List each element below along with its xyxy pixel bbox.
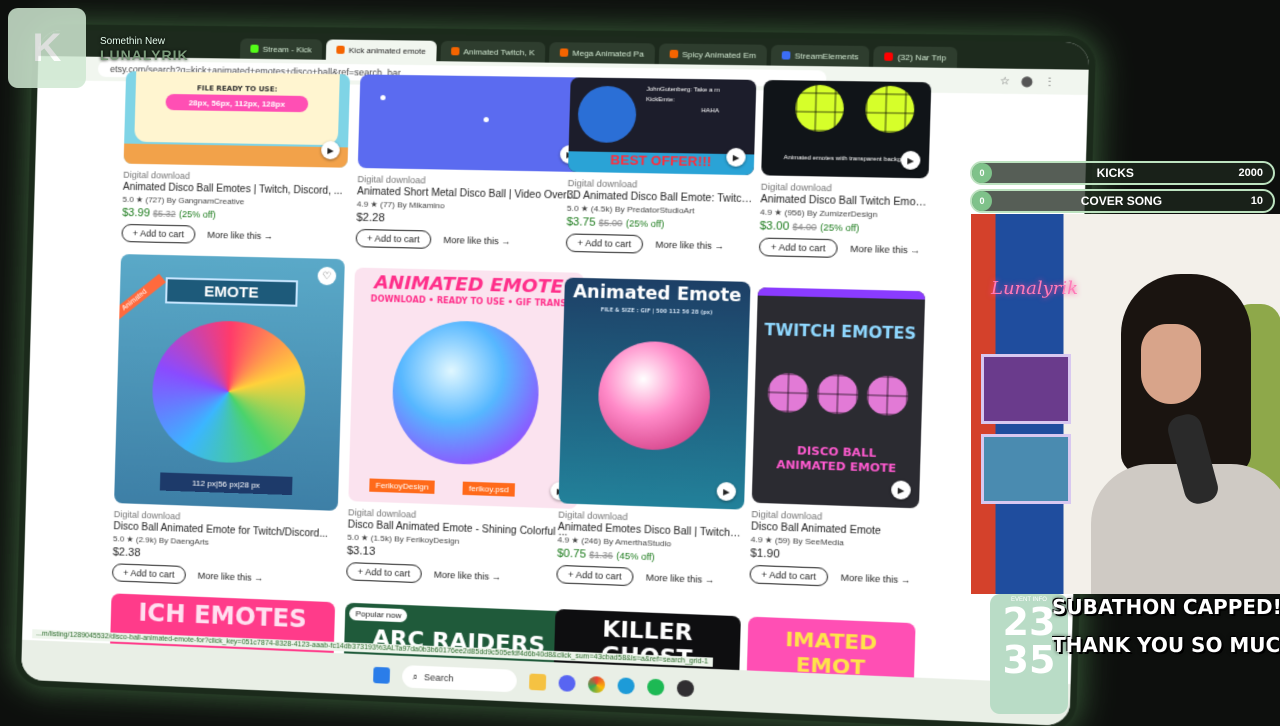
etsy-favicon-icon: [669, 49, 678, 59]
tab-etsy-search[interactable]: Kick animated emote: [325, 39, 437, 62]
discord-icon[interactable]: [558, 674, 576, 692]
add-to-cart-button[interactable]: + Add to cart: [111, 563, 186, 585]
listing-card[interactable]: JohnGutenberg: Take a m KickEmte: HAHA B…: [565, 77, 757, 256]
listing-price: $3.00 $4.00 (25% off): [759, 219, 860, 234]
goal-label: COVER SONG: [1080, 194, 1163, 208]
edge-icon[interactable]: [617, 677, 635, 695]
more-like-this-link[interactable]: More like this →: [434, 569, 501, 582]
goal-target: 10: [1250, 195, 1263, 207]
now-playing-song: Somethin New: [100, 36, 166, 47]
browser-window: Stream - Kick Kick animated emote Animat…: [20, 29, 1090, 726]
neon-sign: Lunalyrik: [991, 278, 1079, 299]
goal-bar-cover-song: 0 COVER SONG 10: [970, 189, 1275, 213]
more-like-this-link[interactable]: More like this →: [207, 230, 273, 242]
listing-title[interactable]: Animated Disco Ball Twitch Emote, Glowin…: [760, 194, 928, 209]
more-like-this-link[interactable]: More like this →: [841, 572, 911, 585]
etsy-favicon-icon: [450, 47, 460, 56]
listing-price: $2.28: [356, 211, 385, 225]
more-like-this-link[interactable]: More like this →: [198, 571, 264, 584]
more-like-this-link[interactable]: More like this →: [443, 235, 511, 247]
listing-thumbnail[interactable]: TWITCH EMOTES DISCO BALL ANIMATED EMOTE …: [751, 287, 926, 509]
listing-title[interactable]: 3D Animated Disco Ball Emote: Twitch/Kic…: [567, 190, 753, 205]
more-like-this-link[interactable]: More like this →: [850, 244, 920, 256]
add-to-cart-button[interactable]: + Add to cart: [758, 237, 838, 258]
taskbar-search[interactable]: ⌕ Search: [401, 665, 518, 693]
goal-label: KICKS: [1096, 166, 1134, 180]
more-like-this-link[interactable]: More like this →: [646, 572, 715, 585]
file-explorer-icon[interactable]: [529, 673, 547, 691]
etsy-favicon-icon: [559, 48, 569, 57]
spotify-icon[interactable]: [647, 678, 665, 696]
listing-card[interactable]: Animated EMOTE 112 px|56 px|28 px ♡ Digi…: [111, 254, 345, 590]
goal-current: 0: [972, 191, 992, 211]
add-to-cart-button[interactable]: + Add to cart: [749, 564, 829, 587]
listing-thumbnail[interactable]: Animated EMOTE 112 px|56 px|28 px ♡: [114, 254, 345, 511]
add-to-cart-button[interactable]: + Add to cart: [346, 562, 422, 584]
listing-card[interactable]: TWITCH EMOTES DISCO BALL ANIMATED EMOTE …: [749, 287, 926, 590]
listing-thumbnail[interactable]: Animated Emote FILE & SIZE : GIF | 500 1…: [558, 277, 751, 510]
search-icon: ⌕: [412, 671, 418, 682]
webcam-feed: Lunalyrik: [971, 214, 1280, 594]
browser-controls: ☆ ⬤ ⋮: [1000, 75, 1055, 87]
listing-rating: 4.9 ★ (77) By Mikamino: [356, 199, 445, 211]
play-icon[interactable]: ▶: [716, 481, 737, 502]
favorite-heart-icon[interactable]: ♡: [317, 266, 337, 286]
listing-rating: 4.9 ★ (956) By ZumizerDesign: [759, 207, 878, 220]
tab-youtube[interactable]: (32) Nar Trip: [873, 46, 958, 68]
listing-price: $3.99 $5.32 (25% off): [122, 206, 216, 220]
now-playing-artist: LUNALYRIK: [100, 47, 189, 63]
extension-icon[interactable]: ⬤: [1021, 76, 1034, 88]
etsy-favicon-icon: [336, 45, 345, 54]
listing-price: $3.75 $5.00 (25% off): [566, 215, 665, 230]
listing-thumbnail[interactable]: FILE READY TO USE: 28px, 56px, 112px, 12…: [123, 71, 351, 168]
tab-animated-twitch[interactable]: Animated Twitch, K: [440, 40, 546, 63]
listing-card[interactable]: Animated Emote FILE & SIZE : GIF | 500 1…: [556, 277, 751, 591]
listing-card[interactable]: Animated emotes with transparent backgro…: [758, 79, 932, 260]
streamelements-favicon-icon: [781, 51, 791, 60]
tab-streamelements[interactable]: StreamElements: [770, 44, 870, 67]
windows-start-icon[interactable]: [373, 666, 391, 684]
tab-mega-animated[interactable]: Mega Animated Pa: [549, 42, 655, 65]
add-to-cart-button[interactable]: + Add to cart: [565, 233, 644, 254]
add-to-cart-button[interactable]: + Add to cart: [121, 223, 196, 244]
now-playing: Somethin New LUNALYRIK: [100, 36, 189, 63]
add-to-cart-button[interactable]: + Add to cart: [355, 228, 432, 249]
bookmark-star-icon[interactable]: ☆: [1000, 75, 1010, 87]
listing-thumbnail[interactable]: ▶: [357, 74, 590, 173]
add-to-cart-button[interactable]: + Add to cart: [556, 564, 634, 587]
chrome-icon[interactable]: [587, 676, 606, 694]
listing-price: $0.75 $1.36 (45% off): [556, 547, 655, 563]
digital-download-label: Digital download: [567, 177, 638, 190]
kick-favicon-icon: [250, 44, 259, 53]
subathon-message: SUBATHON CAPPED! THANK YOU SO MUC: [1052, 595, 1280, 657]
listing-price: $1.90: [750, 547, 780, 561]
tab-spicy-animated[interactable]: Spicy Animated Em: [658, 43, 768, 66]
goal-target: 2000: [1238, 167, 1263, 179]
youtube-favicon-icon: [884, 52, 894, 61]
listing-rating: 5.0 ★ (4.5k) By PredatorStudioArt: [566, 203, 695, 216]
goal-current: 0: [972, 163, 992, 183]
listing-thumbnail[interactable]: ANIMATED EMOTE DOWNLOAD • READY TO USE •…: [348, 267, 585, 510]
more-like-this-link[interactable]: More like this →: [655, 239, 724, 251]
listing-card[interactable]: ANIMATED EMOTE DOWNLOAD • READY TO USE •…: [346, 267, 585, 590]
obs-icon[interactable]: [676, 679, 695, 698]
play-icon[interactable]: ▶: [890, 480, 912, 500]
listing-card[interactable]: ▶ Digital download Animated Short Metal …: [355, 74, 590, 252]
digital-download-label: Digital download: [760, 181, 832, 194]
goal-bar-kicks: 0 KICKS 2000: [970, 161, 1275, 185]
popular-now-badge: Popular now: [349, 606, 408, 623]
listing-rating: 5.0 ★ (727) By GangnamCreative: [122, 194, 245, 207]
tab-stream-kick[interactable]: Stream - Kick: [239, 38, 323, 60]
menu-icon[interactable]: ⋮: [1044, 76, 1055, 88]
kick-logo: K: [8, 8, 86, 88]
listing-thumbnail[interactable]: Animated emotes with transparent backgro…: [761, 79, 932, 179]
listing-card[interactable]: FILE READY TO USE: 28px, 56px, 112px, 12…: [121, 71, 351, 247]
search-results: FILE READY TO USE: 28px, 56px, 112px, 12…: [22, 71, 1088, 686]
listing-thumbnail[interactable]: JohnGutenberg: Take a m KickEmte: HAHA B…: [567, 77, 757, 176]
play-icon[interactable]: ▶: [900, 150, 921, 170]
